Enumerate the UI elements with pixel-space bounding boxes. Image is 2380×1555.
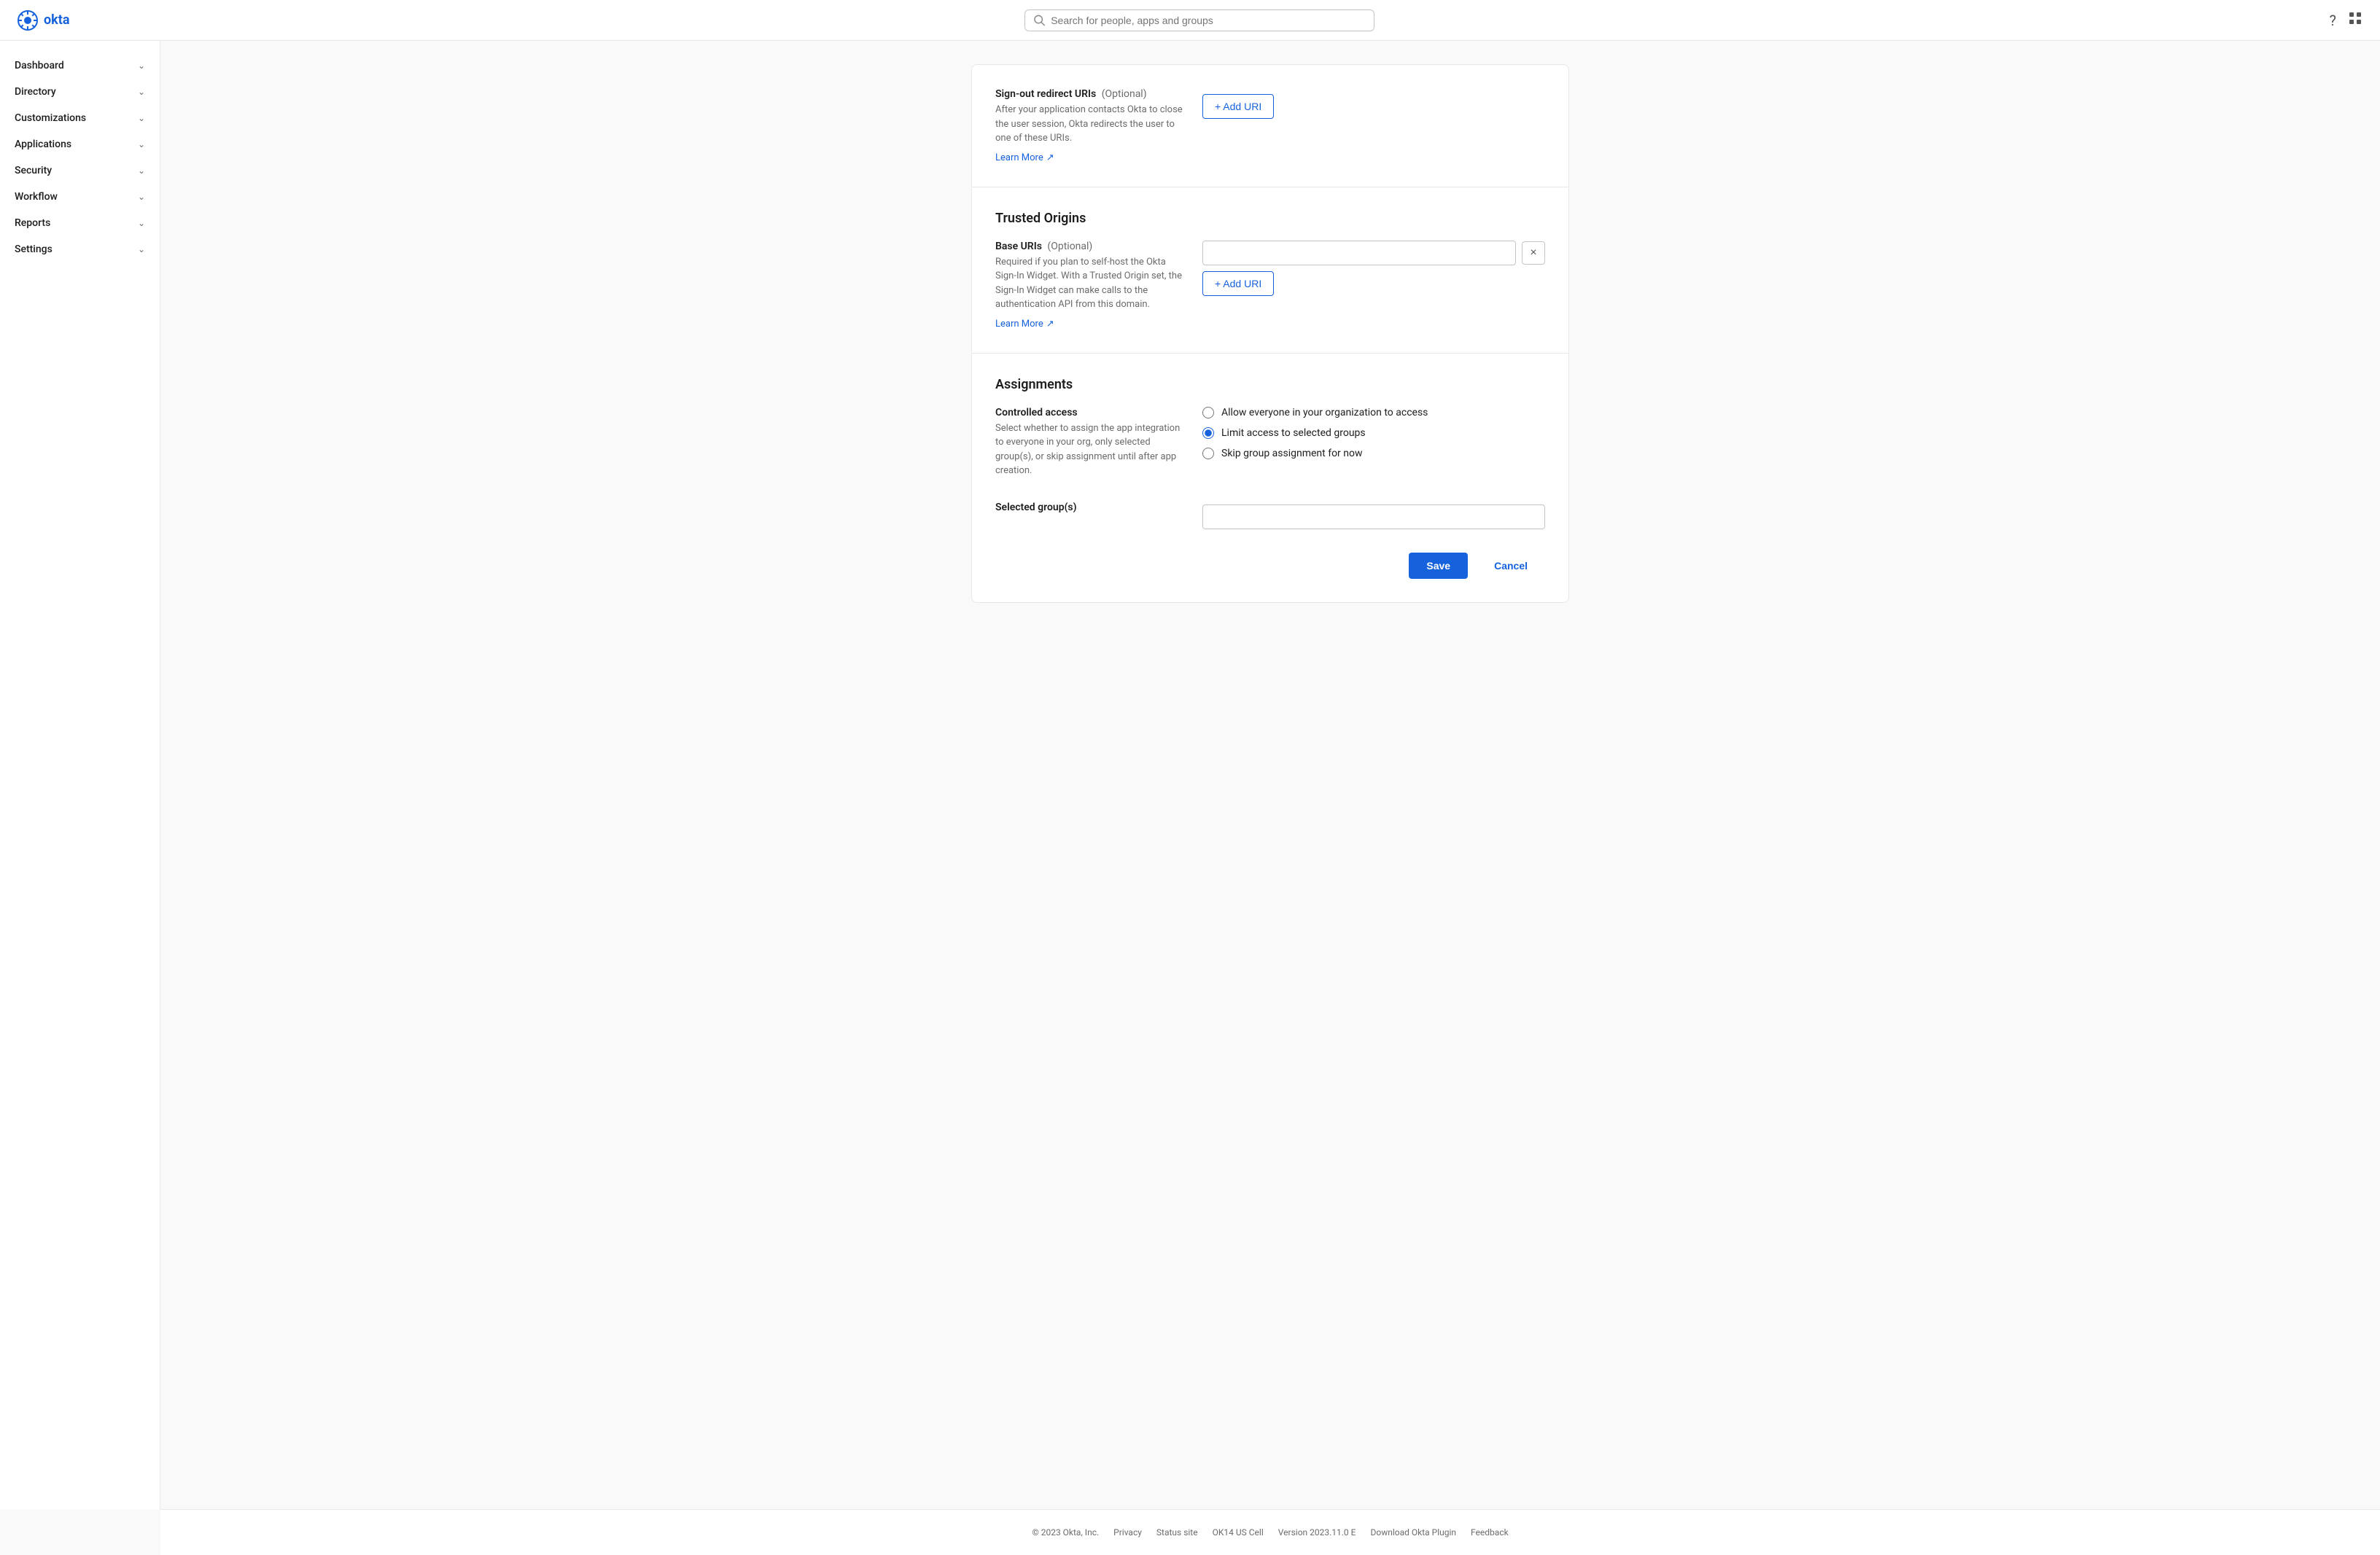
footer-plugin[interactable]: Download Okta Plugin <box>1370 1527 1456 1538</box>
selected-groups-label: Selected group(s) <box>995 502 1185 513</box>
sidebar-label-security: Security <box>15 165 52 176</box>
trusted-origins-learn-more[interactable]: Learn More ↗ <box>995 319 1054 330</box>
radio-limit-access-input[interactable] <box>1202 427 1214 439</box>
sign-out-field-row: Sign-out redirect URIs (Optional) After … <box>995 88 1545 163</box>
save-button[interactable]: Save <box>1409 553 1468 579</box>
search-input[interactable] <box>1051 15 1365 26</box>
sidebar-item-workflow[interactable]: Workflow ⌄ <box>0 184 160 210</box>
controlled-access-desc: Select whether to assign the app integra… <box>995 421 1185 478</box>
sidebar-label-applications: Applications <box>15 139 71 150</box>
base-uris-label: Base URIs (Optional) <box>995 241 1185 252</box>
help-icon[interactable]: ? <box>2330 12 2336 29</box>
trusted-origins-title: Trusted Origins <box>995 211 1545 226</box>
sign-out-desc: After your application contacts Okta to … <box>995 103 1185 146</box>
uri-input-group: × <box>1202 241 1545 265</box>
controlled-access-left: Controlled access Select whether to assi… <box>995 407 1185 484</box>
sign-out-field-left: Sign-out redirect URIs (Optional) After … <box>995 88 1185 163</box>
chevron-down-icon: ⌄ <box>138 61 145 71</box>
sidebar-label-customizations: Customizations <box>15 112 86 124</box>
external-link-icon: ↗ <box>1046 152 1054 163</box>
chevron-down-icon: ⌄ <box>138 113 145 123</box>
section-divider-2 <box>972 353 1568 354</box>
remove-uri-button[interactable]: × <box>1522 241 1545 265</box>
header-icons: ? <box>2330 11 2362 29</box>
chevron-down-icon: ⌄ <box>138 192 145 202</box>
sidebar-label-settings: Settings <box>15 243 52 255</box>
radio-limit-access-label: Limit access to selected groups <box>1221 427 1366 439</box>
base-uris-field-left: Base URIs (Optional) Required if you pla… <box>995 241 1185 330</box>
okta-logo-icon <box>18 10 38 31</box>
base-uri-input[interactable] <box>1202 241 1516 265</box>
radio-skip-assignment-input[interactable] <box>1202 448 1214 459</box>
selected-groups-right <box>1202 502 1545 529</box>
app-header: okta ? <box>0 0 2380 41</box>
assignments-section: Assignments Controlled access Select whe… <box>995 377 1545 529</box>
logo-area: okta <box>18 10 70 31</box>
access-radio-group: Allow everyone in your organization to a… <box>1202 407 1545 459</box>
sign-out-field-right: + Add URI <box>1202 88 1545 119</box>
apps-grid-icon[interactable] <box>2348 11 2362 29</box>
footer-version: Version 2023.11.0 E <box>1278 1527 1356 1538</box>
selected-groups-left: Selected group(s) <box>995 502 1185 516</box>
sidebar-label-reports: Reports <box>15 217 50 229</box>
assignments-title: Assignments <box>995 377 1545 392</box>
footer-cell[interactable]: OK14 US Cell <box>1213 1527 1264 1538</box>
controlled-access-label: Controlled access <box>995 407 1185 418</box>
sidebar-item-directory[interactable]: Directory ⌄ <box>0 79 160 105</box>
app-footer: © 2023 Okta, Inc. Privacy Status site OK… <box>160 1509 2380 1555</box>
search-bar[interactable] <box>1024 9 1374 31</box>
sidebar-item-reports[interactable]: Reports ⌄ <box>0 210 160 236</box>
footer-privacy[interactable]: Privacy <box>1113 1527 1142 1538</box>
action-buttons: Save Cancel <box>995 553 1545 579</box>
sidebar: Dashboard ⌄ Directory ⌄ Customizations ⌄… <box>0 41 160 1509</box>
radio-limit-access[interactable]: Limit access to selected groups <box>1202 427 1545 439</box>
footer-feedback[interactable]: Feedback <box>1471 1527 1509 1538</box>
sign-out-learn-more[interactable]: Learn More ↗ <box>995 152 1054 163</box>
sign-out-section: Sign-out redirect URIs (Optional) After … <box>995 88 1545 163</box>
base-uris-desc: Required if you plan to self-host the Ok… <box>995 255 1185 312</box>
radio-allow-everyone[interactable]: Allow everyone in your organization to a… <box>1202 407 1545 418</box>
sign-out-label: Sign-out redirect URIs (Optional) <box>995 88 1185 100</box>
sidebar-item-applications[interactable]: Applications ⌄ <box>0 131 160 157</box>
cancel-button[interactable]: Cancel <box>1477 553 1545 579</box>
search-icon <box>1034 15 1045 26</box>
sidebar-item-settings[interactable]: Settings ⌄ <box>0 236 160 262</box>
chevron-down-icon: ⌄ <box>138 139 145 149</box>
sidebar-item-security[interactable]: Security ⌄ <box>0 157 160 184</box>
app-layout: Dashboard ⌄ Directory ⌄ Customizations ⌄… <box>0 41 2380 1509</box>
okta-logo: okta <box>18 10 70 31</box>
sidebar-item-dashboard[interactable]: Dashboard ⌄ <box>0 52 160 79</box>
external-link-icon-2: ↗ <box>1046 319 1054 330</box>
chevron-down-icon: ⌄ <box>138 165 145 176</box>
form-card: Sign-out redirect URIs (Optional) After … <box>971 64 1569 603</box>
sidebar-label-dashboard: Dashboard <box>15 60 64 71</box>
chevron-down-icon: ⌄ <box>138 218 145 228</box>
radio-skip-assignment[interactable]: Skip group assignment for now <box>1202 448 1545 459</box>
sign-out-add-uri-button[interactable]: + Add URI <box>1202 94 1274 119</box>
selected-groups-row: Selected group(s) <box>995 502 1545 529</box>
chevron-down-icon: ⌄ <box>138 244 145 254</box>
trusted-origins-section: Trusted Origins Base URIs (Optional) Req… <box>995 211 1545 330</box>
controlled-access-right: Allow everyone in your organization to a… <box>1202 407 1545 459</box>
chevron-down-icon: ⌄ <box>138 87 145 97</box>
base-uris-field-row: Base URIs (Optional) Required if you pla… <box>995 241 1545 330</box>
main-content: Sign-out redirect URIs (Optional) After … <box>160 41 2380 1509</box>
radio-allow-everyone-label: Allow everyone in your organization to a… <box>1221 407 1428 418</box>
controlled-access-row: Controlled access Select whether to assi… <box>995 407 1545 484</box>
okta-wordmark: okta <box>44 12 70 28</box>
footer-copyright: © 2023 Okta, Inc. <box>1032 1527 1099 1538</box>
sidebar-label-workflow: Workflow <box>15 191 58 203</box>
sidebar-item-customizations[interactable]: Customizations ⌄ <box>0 105 160 131</box>
radio-allow-everyone-input[interactable] <box>1202 407 1214 418</box>
radio-skip-assignment-label: Skip group assignment for now <box>1221 448 1363 459</box>
selected-groups-input[interactable] <box>1202 504 1545 529</box>
trusted-origins-add-uri-button[interactable]: + Add URI <box>1202 271 1274 296</box>
footer-status[interactable]: Status site <box>1156 1527 1198 1538</box>
base-uris-field-right: × + Add URI <box>1202 241 1545 296</box>
sidebar-label-directory: Directory <box>15 86 56 98</box>
